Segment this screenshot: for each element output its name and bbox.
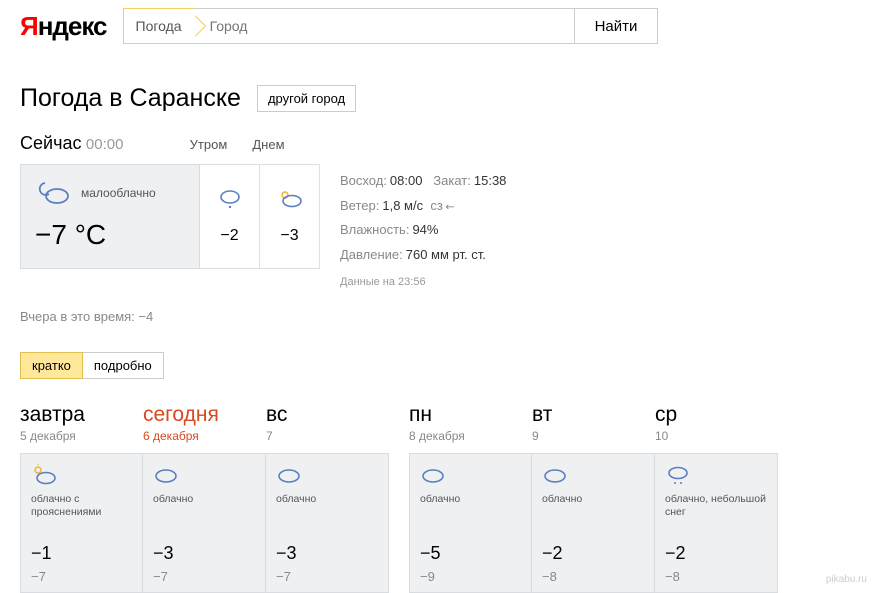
- day-high: −2: [665, 543, 767, 564]
- other-city-button[interactable]: другой город: [257, 85, 356, 112]
- day-condition: облачно, небольшой снег: [665, 493, 767, 521]
- day-high: −1: [31, 543, 132, 564]
- moon-cloud-icon: [35, 179, 71, 207]
- day-card: облачно −2 −8: [532, 453, 655, 593]
- cloud-icon: [420, 464, 521, 488]
- day-low: −8: [542, 569, 644, 584]
- day-date: 6 декабря: [143, 429, 266, 443]
- forecast-day[interactable]: пн 8 декабря облачно −5 −9: [409, 403, 532, 593]
- day-date: 5 декабря: [20, 429, 143, 443]
- day-date: 9: [532, 429, 655, 443]
- tab-brief[interactable]: кратко: [20, 352, 83, 379]
- forecast-row: завтра5 декабряоблачно с прояснениями−1−…: [20, 403, 855, 593]
- current-panel: малооблачно −7 °C −2 −3: [20, 164, 320, 293]
- day-condition: облачно: [153, 493, 255, 521]
- day-condition: облачно с прояснениями: [31, 493, 132, 521]
- cloud-icon: [276, 464, 378, 488]
- day-date: 7: [266, 429, 389, 443]
- cloud-snow-icon: [665, 464, 767, 488]
- wind-arrow-icon: ↖: [440, 196, 461, 217]
- day-low: −7: [31, 569, 132, 584]
- day-high: −2: [542, 543, 644, 564]
- day-card: облачно −5 −9: [409, 453, 532, 593]
- forecast-group: пн 8 декабря облачно −5 −9 вт 9 облачно −2 −8 ср 10…: [409, 403, 778, 593]
- forecast-day[interactable]: ср 10 облачно, небольшой снег −2 −8: [655, 403, 778, 593]
- tab-detail[interactable]: подробно: [83, 352, 164, 379]
- morning-label: Утром: [178, 137, 238, 152]
- day-condition: облачно: [542, 493, 644, 521]
- day-high: −3: [276, 543, 378, 564]
- day-title: ср: [655, 403, 778, 427]
- watermark: pikabu.ru: [826, 574, 867, 585]
- day-date: 10: [655, 429, 778, 443]
- day-low: −7: [153, 569, 255, 584]
- day-high: −5: [420, 543, 521, 564]
- day-temp: −3: [280, 227, 298, 245]
- weather-details: Восход:08:00 Закат:15:38 Ветер:1,8 м/с с…: [340, 164, 506, 293]
- search-bar: Погода Найти: [123, 8, 659, 44]
- day-date: 8 декабря: [409, 429, 532, 443]
- day-title: пн: [409, 403, 532, 427]
- morning-card: −2: [200, 164, 260, 269]
- now-card: малооблачно −7 °C: [20, 164, 200, 269]
- day-condition: облачно: [276, 493, 378, 521]
- forecast-group: завтра5 декабряоблачно с прояснениями−1−…: [20, 403, 389, 593]
- search-button[interactable]: Найти: [574, 8, 659, 44]
- day-card: облачно −3 −7: [266, 453, 389, 593]
- sun-cloud-icon: [31, 464, 132, 488]
- cloud-snow-icon: [217, 188, 243, 210]
- forecast-day[interactable]: завтра 5 декабря облачно с прояснениями −1 −…: [20, 403, 143, 593]
- search-input[interactable]: [194, 8, 574, 44]
- day-card: −3: [260, 164, 320, 269]
- cloud-icon: [542, 464, 644, 488]
- day-low: −7: [276, 569, 378, 584]
- day-card: облачно, небольшой снег −2 −8: [655, 453, 778, 593]
- day-title: завтра: [20, 403, 143, 427]
- day-title: вт: [532, 403, 655, 427]
- day-title: сегодня: [143, 403, 266, 427]
- day-card: облачно с прояснениями −1 −7: [20, 453, 143, 593]
- view-tabs: кратко подробно: [20, 352, 855, 379]
- logo[interactable]: Яндекс: [20, 11, 107, 42]
- day-low: −8: [665, 569, 767, 584]
- forecast-day[interactable]: сегодня 6 декабря облачно −3 −7: [143, 403, 266, 593]
- cloud-icon: [153, 464, 255, 488]
- day-condition: облачно: [420, 493, 521, 521]
- day-high: −3: [153, 543, 255, 564]
- title-row: Погода в Саранске другой город: [20, 84, 855, 113]
- service-badge[interactable]: Погода: [123, 8, 194, 44]
- morning-temp: −2: [220, 227, 238, 245]
- day-low: −9: [420, 569, 521, 584]
- now-temp: −7 °C: [35, 219, 185, 251]
- day-title: вс: [266, 403, 389, 427]
- condition-text: малооблачно: [81, 186, 156, 200]
- day-card: облачно −3 −7: [143, 453, 266, 593]
- sun-cloud-icon: [277, 188, 303, 210]
- day-label: Днем: [238, 137, 298, 152]
- yesterday-temp: Вчера в это время: −4: [20, 309, 855, 324]
- data-timestamp: Данные на 23:56: [340, 272, 506, 293]
- forecast-day[interactable]: вт 9 облачно −2 −8: [532, 403, 655, 593]
- now-label: Сейчас 00:00: [20, 133, 123, 154]
- header: Яндекс Погода Найти: [20, 8, 855, 44]
- page-title: Погода в Саранске: [20, 84, 241, 113]
- forecast-day[interactable]: вс 7 облачно −3 −7: [266, 403, 389, 593]
